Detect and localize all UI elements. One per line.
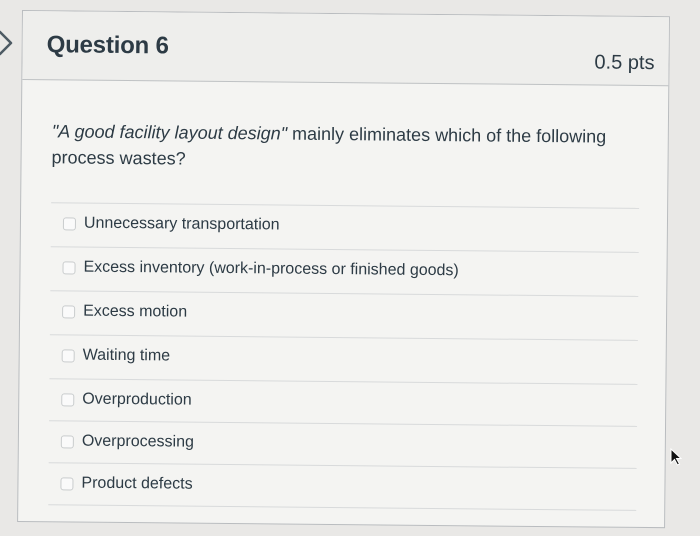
answer-option[interactable]: Overproduction <box>49 379 638 427</box>
answer-label[interactable]: Excess motion <box>83 303 187 322</box>
radio-button[interactable] <box>61 349 75 363</box>
answer-label[interactable]: Waiting time <box>83 347 171 366</box>
answer-option[interactable]: Excess inventory (work-in-process or fin… <box>50 247 639 297</box>
answer-option[interactable]: Excess motion <box>49 291 639 341</box>
question-text-quoted: "A good facility layout design" <box>51 121 288 144</box>
answer-option[interactable]: Overprocessing <box>48 421 638 469</box>
chevron-right-icon[interactable] <box>0 28 18 58</box>
answer-label[interactable]: Unnecessary transportation <box>84 215 280 235</box>
answer-label[interactable]: Overproduction <box>82 391 192 410</box>
radio-button[interactable] <box>60 477 74 491</box>
question-text: "A good facility layout design" mainly e… <box>51 118 641 176</box>
mouse-pointer-icon <box>670 448 683 466</box>
question-title: Question 6 <box>46 31 169 60</box>
answer-list: Unnecessary transportation Excess invent… <box>48 202 640 511</box>
question-points: 0.5 pts <box>594 51 655 75</box>
answer-option[interactable]: Product defects <box>48 463 637 511</box>
radio-button[interactable] <box>60 435 74 449</box>
radio-button[interactable] <box>62 305 76 319</box>
question-body: "A good facility layout design" mainly e… <box>18 80 668 527</box>
question-header: Question 6 0.5 pts <box>22 11 669 87</box>
answer-label[interactable]: Overprocessing <box>82 433 194 452</box>
radio-button[interactable] <box>62 217 77 231</box>
answer-option[interactable]: Waiting time <box>49 335 638 385</box>
radio-button[interactable] <box>62 261 76 275</box>
answer-option[interactable]: Unnecessary transportation <box>50 203 640 253</box>
answer-label[interactable]: Excess inventory (work-in-process or fin… <box>83 259 458 281</box>
question-card: Question 6 0.5 pts "A good facility layo… <box>17 10 670 529</box>
radio-button[interactable] <box>61 393 75 407</box>
answer-label[interactable]: Product defects <box>81 475 192 494</box>
